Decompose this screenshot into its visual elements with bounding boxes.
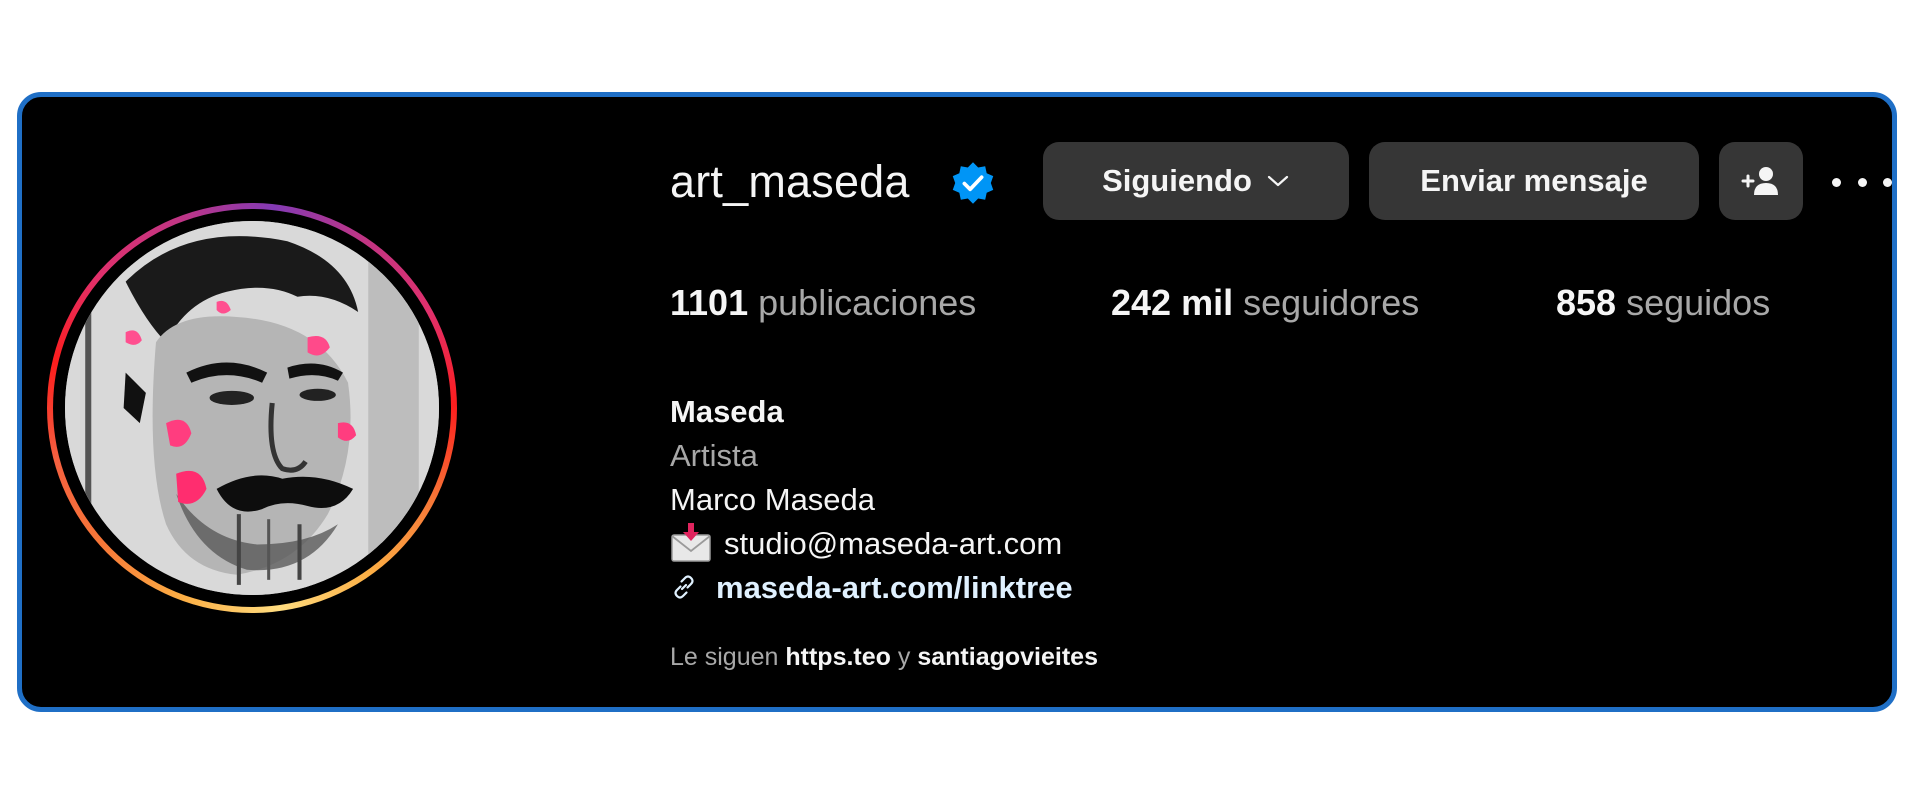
avatar-artwork-image — [65, 221, 439, 595]
bio-link-line[interactable]: maseda-art.com/linktree — [670, 566, 1073, 610]
posts-count: 1101 — [670, 282, 749, 323]
profile-category: Artista — [670, 438, 758, 473]
following-label: seguidos — [1626, 282, 1771, 323]
story-ring[interactable] — [47, 203, 457, 613]
username: art_maseda — [670, 156, 910, 207]
incoming-envelope-icon — [671, 522, 711, 562]
profile-header-panel: art_maseda Siguiendo Enviar mensaje 1101… — [17, 92, 1897, 712]
following-button-label: Siguiendo — [1102, 163, 1252, 198]
send-message-button[interactable]: Enviar mensaje — [1369, 142, 1699, 220]
followers-stat[interactable]: 242 mil seguidores — [1111, 282, 1419, 324]
followers-count: 242 mil — [1111, 282, 1234, 323]
bio-line: Marco Maseda — [670, 482, 876, 517]
following-stat[interactable]: 858 seguidos — [1556, 282, 1770, 324]
profile-bio: Maseda Artista Marco Maseda studio@mased… — [670, 390, 1073, 610]
bio-link[interactable]: maseda-art.com/linktree — [716, 570, 1073, 605]
followed-by-prefix: Le siguen — [670, 643, 779, 671]
following-count: 858 — [1556, 282, 1617, 323]
followers-label: seguidores — [1243, 282, 1420, 323]
suggested-users-button[interactable] — [1719, 142, 1803, 220]
following-button[interactable]: Siguiendo — [1043, 142, 1349, 220]
bio-email: studio@maseda-art.com — [724, 526, 1063, 561]
chevron-down-icon — [1267, 175, 1289, 187]
add-user-icon — [1741, 167, 1778, 195]
profile-name: Maseda — [670, 394, 784, 429]
more-options-icon[interactable] — [1832, 167, 1892, 197]
followed-by-user-2[interactable]: santiagovieites — [917, 643, 1098, 671]
bio-email-line: studio@maseda-art.com — [670, 522, 1073, 566]
followed-by-conjunction: y — [897, 643, 911, 671]
followed-by[interactable]: Le siguen https.teo y santiagovieites — [670, 643, 1098, 672]
verified-badge-icon — [952, 162, 994, 204]
avatar[interactable] — [65, 221, 439, 595]
link-icon — [674, 575, 694, 599]
send-message-label: Enviar mensaje — [1420, 163, 1648, 198]
posts-stat[interactable]: 1101 publicaciones — [670, 282, 976, 324]
followed-by-user-1[interactable]: https.teo — [785, 643, 891, 671]
posts-label: publicaciones — [758, 282, 977, 323]
